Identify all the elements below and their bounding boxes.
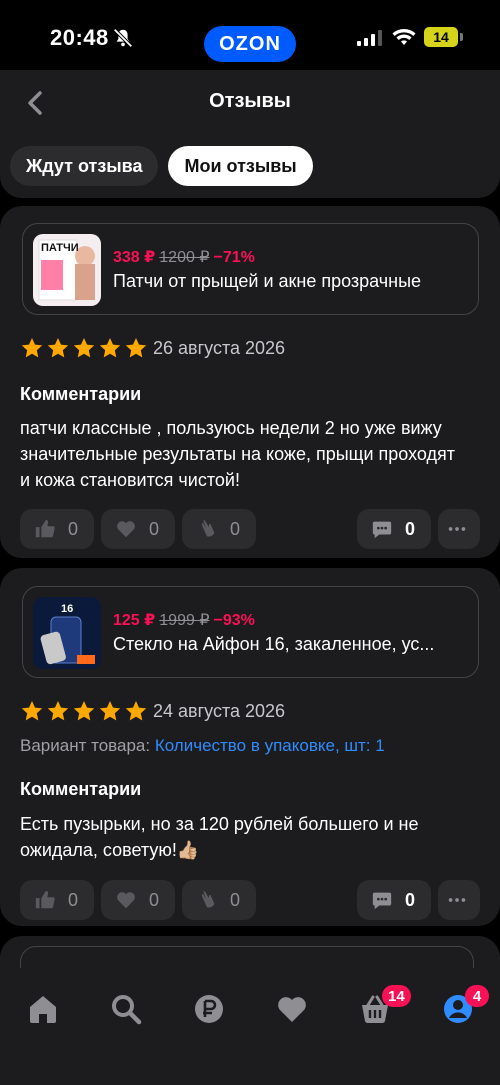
review-actions: 0 0 0 0 <box>20 880 480 920</box>
thumbnail-label: 16 <box>61 603 74 615</box>
old-price: 1200 ₽ <box>159 249 210 266</box>
profile-badge: 4 <box>465 985 489 1007</box>
thumbs-up-icon <box>35 890 55 909</box>
search-icon[interactable] <box>109 992 143 1026</box>
comment-title: Комментарии <box>20 779 142 799</box>
comment-count: 0 <box>405 889 416 910</box>
price-line: 125 ₽1999 ₽ −93% <box>113 610 255 630</box>
clap-button[interactable]: 0 <box>182 509 256 549</box>
more-dots-icon <box>448 898 466 902</box>
battery-indicator: 14 <box>424 27 463 47</box>
basket-badge: 14 <box>382 985 411 1007</box>
bottom-nav <box>0 968 500 1085</box>
tab-my-reviews[interactable]: Мои отзывы <box>168 146 313 186</box>
product-name: Стекло на Айфон 16, закаленное, ус... <box>113 634 435 654</box>
review-tabs: Ждут отзыва Мои отзывы <box>10 146 313 186</box>
clap-count: 0 <box>230 518 241 539</box>
heart-button[interactable]: 0 <box>101 880 175 920</box>
heart-button[interactable]: 0 <box>101 509 175 549</box>
star-icon <box>21 338 43 358</box>
heart-icon[interactable] <box>275 992 309 1026</box>
variant-value[interactable]: Количество в упаковке, шт: 1 <box>155 736 385 755</box>
star-icon <box>99 338 121 358</box>
star-icon <box>73 338 95 358</box>
clap-button[interactable]: 0 <box>182 880 256 920</box>
comments-button[interactable]: 0 <box>357 509 431 549</box>
tab-awaiting-review[interactable]: Ждут отзыва <box>10 146 159 186</box>
comment-count: 0 <box>405 518 416 539</box>
like-count: 0 <box>68 889 79 910</box>
heart-icon <box>117 892 135 909</box>
status-bar: 20:48 OZON 14 <box>0 0 500 80</box>
chat-bubble-icon <box>372 892 392 910</box>
product-link[interactable]: ПАТЧИ 338 ₽1200 ₽ −71% Патчи от прыщей и … <box>22 223 479 315</box>
status-time: 20:48 <box>50 25 109 50</box>
product-variant: Вариант товара: Количество в упаковке, ш… <box>20 736 385 756</box>
discount: −93% <box>213 612 255 629</box>
review-card: ПАТЧИ 338 ₽1200 ₽ −71% Патчи от прыщей и … <box>0 206 500 558</box>
clap-icon <box>201 891 215 908</box>
like-button[interactable]: 0 <box>20 509 94 549</box>
rating-stars <box>20 699 148 723</box>
current-price: 338 ₽ <box>113 249 156 266</box>
price-line: 338 ₽1200 ₽ −71% <box>113 247 255 267</box>
clap-count: 0 <box>230 889 241 910</box>
like-button[interactable]: 0 <box>20 880 94 920</box>
signal-icon <box>357 30 382 46</box>
current-price: 125 ₽ <box>113 612 156 629</box>
more-button[interactable] <box>438 509 480 549</box>
variant-label: Вариант товара: <box>20 736 151 755</box>
review-card: 16 125 ₽1999 ₽ −93% Стекло на Айфон 16, з… <box>0 568 500 926</box>
discount: −71% <box>213 249 255 266</box>
home-icon[interactable] <box>26 992 60 1026</box>
star-icon <box>73 701 95 721</box>
ruble-icon[interactable] <box>192 992 226 1026</box>
product-thumbnail: ПАТЧИ <box>33 234 101 306</box>
review-actions: 0 0 0 0 <box>20 509 480 549</box>
more-dots-icon <box>448 527 466 531</box>
old-price: 1999 ₽ <box>159 612 210 629</box>
heart-count: 0 <box>149 889 160 910</box>
comments-button[interactable]: 0 <box>357 880 431 920</box>
like-count: 0 <box>68 518 79 539</box>
product-thumbnail: 16 <box>33 597 101 669</box>
star-icon <box>47 338 69 358</box>
ozon-logo: OZON <box>204 26 296 62</box>
thumbs-up-icon <box>35 519 55 538</box>
wifi-icon <box>392 29 416 45</box>
more-button[interactable] <box>438 880 480 920</box>
star-icon <box>125 338 147 358</box>
star-icon <box>99 701 121 721</box>
clap-icon <box>201 520 215 537</box>
review-date: 26 августа 2026 <box>153 338 286 358</box>
comment-text: патчи классные , пользуюсь недели 2 но у… <box>20 418 455 490</box>
comment-title: Комментарии <box>20 384 142 404</box>
page-title: Отзывы <box>209 90 291 112</box>
review-date: 24 августа 2026 <box>153 701 286 721</box>
star-icon <box>21 701 43 721</box>
chat-bubble-icon <box>372 521 392 539</box>
product-link[interactable]: 16 125 ₽1999 ₽ −93% Стекло на Айфон 16, з… <box>22 586 479 678</box>
star-icon <box>125 701 147 721</box>
bell-muted-icon <box>113 28 133 48</box>
thumbnail-label: ПАТЧИ <box>41 242 79 254</box>
heart-icon <box>117 521 135 538</box>
star-icon <box>47 701 69 721</box>
heart-count: 0 <box>149 518 160 539</box>
product-name: Патчи от прыщей и акне прозрачные <box>113 271 422 291</box>
rating-stars <box>20 336 148 360</box>
comment-text: Есть пузырьки, но за 120 рублей большего… <box>20 814 419 860</box>
